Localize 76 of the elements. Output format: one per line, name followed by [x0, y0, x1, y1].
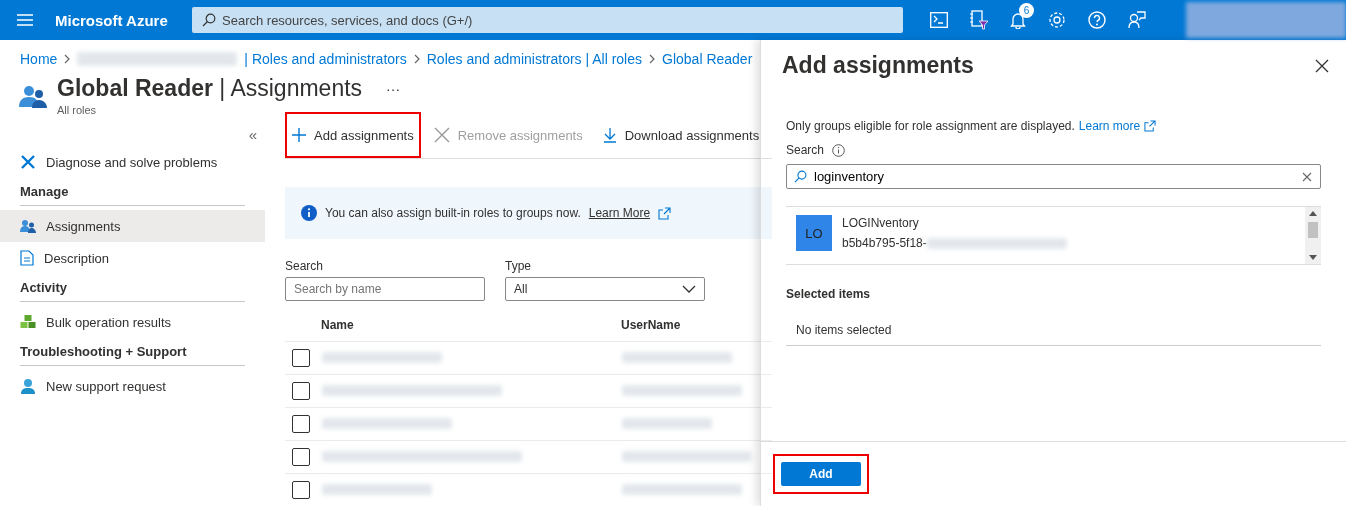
- bell-icon[interactable]: [1010, 11, 1026, 29]
- users-icon: [20, 219, 36, 233]
- scroll-up-icon[interactable]: [1309, 211, 1317, 216]
- section-heading: Troubleshooting + Support: [20, 344, 245, 366]
- filter-book-icon[interactable]: [970, 10, 988, 30]
- document-icon: [20, 250, 34, 266]
- sidebar-item[interactable]: Diagnose and solve problems: [0, 146, 265, 178]
- clear-icon[interactable]: [1302, 172, 1312, 182]
- field-label: Search: [786, 143, 825, 157]
- learn-more-link[interactable]: Learn More: [588, 206, 651, 220]
- support-person-icon: [20, 378, 36, 394]
- panel-title: Add assignments: [782, 52, 974, 79]
- toolbar-button[interactable]: Download assignments: [595, 112, 767, 158]
- search-field[interactable]: loginventory: [786, 164, 1321, 189]
- external-link-icon: [1144, 120, 1157, 132]
- chevron-icon: [413, 53, 420, 64]
- plus-icon: [292, 128, 306, 142]
- close-icon[interactable]: [1315, 58, 1329, 73]
- feedback-icon[interactable]: [1128, 11, 1146, 29]
- breadcrumb-link[interactable]: | Roles and administrators: [244, 50, 407, 67]
- object-id: b5b4b795-5f18-: [842, 236, 927, 250]
- add-button[interactable]: Add: [781, 462, 861, 486]
- sidebar-item[interactable]: Assignments: [0, 210, 265, 242]
- row-checkbox[interactable]: [292, 481, 310, 499]
- scrollbar[interactable]: [1305, 207, 1321, 264]
- field-label: Type: [505, 259, 532, 273]
- settings-icon[interactable]: [1048, 11, 1066, 29]
- cubes-icon: [20, 314, 36, 330]
- sidebar-item[interactable]: New support request: [0, 370, 265, 402]
- note-text: Only groups eligible for role assignment are displayed.: [786, 119, 1075, 133]
- field-label: Search: [285, 259, 325, 273]
- learn-more-link[interactable]: Learn more: [1078, 119, 1141, 133]
- brand-name[interactable]: Microsoft Azure: [55, 11, 192, 29]
- menu-icon[interactable]: [17, 14, 33, 26]
- toolbar-button[interactable]: Add assignments: [285, 112, 421, 158]
- info-icon: [832, 143, 846, 157]
- global-search-field[interactable]: Search resources, services, and docs (G+/): [192, 7, 903, 33]
- empty-message: No items selected: [786, 323, 1321, 346]
- type-dropdown[interactable]: All: [505, 277, 705, 301]
- breadcrumb-link[interactable]: Home: [20, 50, 58, 67]
- users-icon: [19, 83, 47, 109]
- row-checkbox[interactable]: [292, 382, 310, 400]
- external-link-icon: [658, 206, 672, 220]
- page-caption: All roles: [57, 104, 98, 116]
- x-icon: [433, 127, 450, 143]
- terminal-icon[interactable]: [930, 12, 948, 28]
- section-heading: Manage: [20, 184, 245, 206]
- chevron-icon: [649, 53, 656, 64]
- breadcrumb-link[interactable]: Roles and administrators | All roles: [426, 50, 643, 67]
- page-title: Global Reader | Assignments: [57, 75, 363, 102]
- row-checkbox[interactable]: [292, 349, 310, 367]
- search-field[interactable]: Search by name: [285, 277, 485, 301]
- download-icon: [602, 127, 617, 143]
- sidebar-item[interactable]: Bulk operation results: [0, 306, 265, 338]
- section-heading: Activity: [20, 280, 245, 302]
- scroll-down-icon[interactable]: [1309, 255, 1317, 260]
- notification-count: 6: [1019, 3, 1034, 18]
- info-text: You can also assign built-in roles to groups now.: [325, 206, 581, 220]
- search-icon: [202, 13, 216, 27]
- breadcrumb-link[interactable]: Global Reader: [662, 50, 753, 67]
- column-header[interactable]: Name: [321, 318, 621, 332]
- chevron-icon: [64, 53, 71, 64]
- help-icon[interactable]: [1088, 11, 1106, 29]
- info-icon: [301, 205, 317, 221]
- row-checkbox[interactable]: [292, 415, 310, 433]
- result-item[interactable]: LO LOGINventory b5b4b795-5f18-: [786, 207, 1305, 259]
- column-header[interactable]: UserName: [621, 318, 681, 332]
- sidebar-item[interactable]: Description: [0, 242, 265, 274]
- row-checkbox[interactable]: [292, 448, 310, 466]
- section-heading: Selected items: [786, 287, 872, 301]
- group-name: LOGINventory: [842, 216, 920, 230]
- search-icon: [794, 170, 807, 183]
- chevron-down-icon: [682, 285, 696, 293]
- collapse-button[interactable]: «: [248, 126, 257, 146]
- more-button[interactable]: ···: [386, 80, 401, 97]
- initials-avatar: LO: [796, 215, 832, 251]
